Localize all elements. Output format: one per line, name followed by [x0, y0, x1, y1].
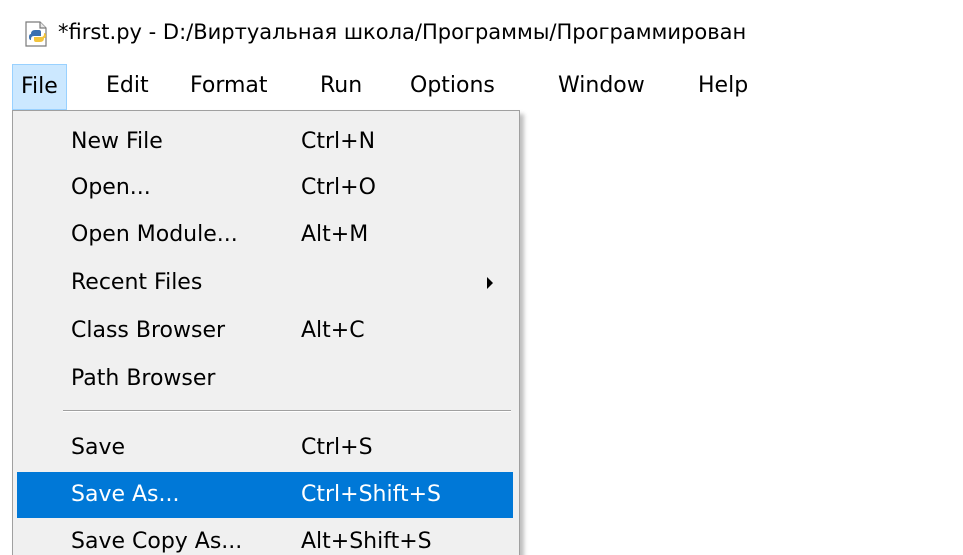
menu-item-open[interactable]: Open... Ctrl+O — [17, 165, 513, 211]
menu-item-open-module[interactable]: Open Module... Alt+M — [17, 212, 513, 258]
menu-item-shortcut: Alt+M — [301, 222, 369, 247]
menu-item-label: Save — [71, 435, 126, 460]
menu-separator — [63, 410, 511, 412]
menu-item-shortcut: Ctrl+S — [301, 435, 373, 460]
menu-item-label: Recent Files — [71, 270, 203, 295]
menu-item-label: Save Copy As... — [71, 529, 243, 554]
menu-help[interactable]: Help — [690, 64, 756, 110]
menu-window[interactable]: Window — [550, 64, 653, 110]
menu-item-shortcut: Alt+Shift+S — [301, 529, 432, 554]
menu-item-shortcut: Ctrl+N — [301, 129, 376, 154]
menu-item-recent-files[interactable]: Recent Files — [17, 260, 513, 306]
python-file-icon — [22, 20, 52, 50]
menu-item-shortcut: Ctrl+O — [301, 175, 376, 200]
file-menu-dropdown: New File Ctrl+N Open... Ctrl+O Open Modu… — [12, 110, 520, 555]
menu-item-label: Open... — [71, 175, 151, 200]
menu-file[interactable]: File — [12, 64, 67, 110]
menu-item-label: New File — [71, 129, 163, 154]
menu-item-shortcut: Ctrl+Shift+S — [301, 482, 441, 507]
menu-item-class-browser[interactable]: Class Browser Alt+C — [17, 308, 513, 354]
menu-item-new-file[interactable]: New File Ctrl+N — [17, 119, 513, 165]
menu-run[interactable]: Run — [312, 64, 370, 110]
idle-editor-window: *first.py - D:/Виртуальная школа/Програм… — [0, 0, 963, 555]
menu-item-label: Open Module... — [71, 222, 238, 247]
menu-bar: File Edit Format Run Options Window Help — [0, 64, 963, 110]
menu-item-label: Class Browser — [71, 318, 226, 343]
menu-item-label: Save As... — [71, 482, 180, 507]
title-bar[interactable]: *first.py - D:/Виртуальная школа/Програм… — [0, 0, 963, 58]
menu-item-path-browser[interactable]: Path Browser — [17, 356, 513, 402]
menu-format[interactable]: Format — [182, 64, 276, 110]
menu-item-label: Path Browser — [71, 366, 216, 391]
menu-options[interactable]: Options — [402, 64, 503, 110]
window-title: *first.py - D:/Виртуальная школа/Програм… — [58, 20, 747, 44]
menu-item-shortcut: Alt+C — [301, 318, 365, 343]
menu-edit[interactable]: Edit — [98, 64, 157, 110]
menu-item-save-as[interactable]: Save As... Ctrl+Shift+S — [17, 472, 513, 518]
menu-item-save-copy-as[interactable]: Save Copy As... Alt+Shift+S — [17, 519, 513, 555]
chevron-right-icon — [487, 277, 493, 289]
menu-item-save[interactable]: Save Ctrl+S — [17, 425, 513, 471]
